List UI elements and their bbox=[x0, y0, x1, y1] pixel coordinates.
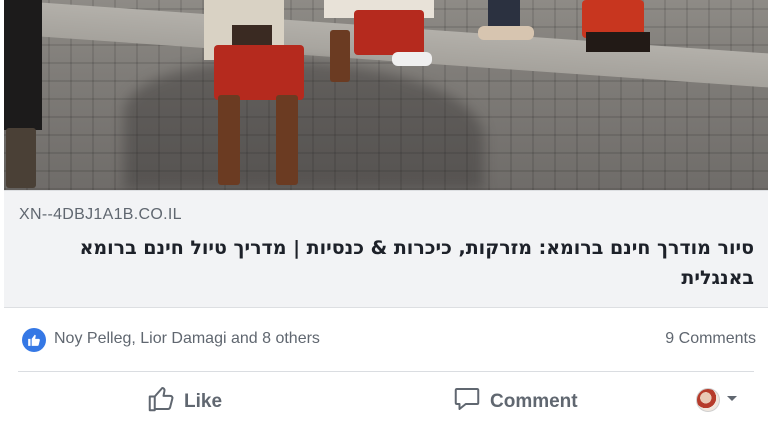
thumbs-up-icon bbox=[146, 384, 176, 420]
comment-button[interactable]: Comment bbox=[452, 384, 578, 420]
divider bbox=[18, 371, 754, 372]
chevron-down-icon bbox=[726, 391, 738, 409]
tourist-shoes bbox=[478, 26, 534, 40]
link-title[interactable]: סיור מודרך חינם ברומא: מזרקות, כיכרות & … bbox=[34, 233, 754, 293]
like-button[interactable]: Like bbox=[146, 384, 222, 420]
figure-shadow bbox=[124, 60, 484, 190]
post-actions: Like Comment bbox=[4, 378, 768, 428]
red-figure-boots bbox=[586, 32, 650, 52]
performer-leg bbox=[330, 30, 350, 82]
bystander-legs bbox=[6, 128, 36, 188]
comment-button-label: Comment bbox=[490, 391, 578, 412]
link-domain: XN--4DBJ1A1B.CO.IL bbox=[19, 206, 182, 223]
link-preview-info[interactable]: XN--4DBJ1A1B.CO.IL סיור מודרך חינם ברומא… bbox=[4, 190, 768, 308]
centurion-right-leg bbox=[276, 95, 298, 185]
centurion-tunic bbox=[214, 45, 304, 100]
bystander-figure bbox=[4, 0, 42, 130]
like-button-label: Like bbox=[184, 391, 223, 412]
performer-shoes bbox=[392, 52, 432, 66]
avatar bbox=[696, 388, 720, 412]
link-preview-image[interactable] bbox=[4, 0, 768, 190]
centurion-belt bbox=[232, 25, 272, 45]
comment-icon bbox=[452, 384, 482, 420]
comments-count[interactable]: 9 Comments bbox=[665, 330, 756, 348]
performer-tunic bbox=[354, 10, 424, 55]
reactions-bar: Noy Pelleg, Lior Damagi and 8 others 9 C… bbox=[4, 318, 768, 362]
reaction-names[interactable]: Noy Pelleg, Lior Damagi and 8 others bbox=[54, 330, 320, 348]
tourist-legs bbox=[488, 0, 520, 28]
centurion-left-leg bbox=[218, 95, 240, 185]
reaction-profile-selector[interactable] bbox=[696, 388, 738, 412]
like-reaction-icon[interactable] bbox=[22, 328, 46, 352]
